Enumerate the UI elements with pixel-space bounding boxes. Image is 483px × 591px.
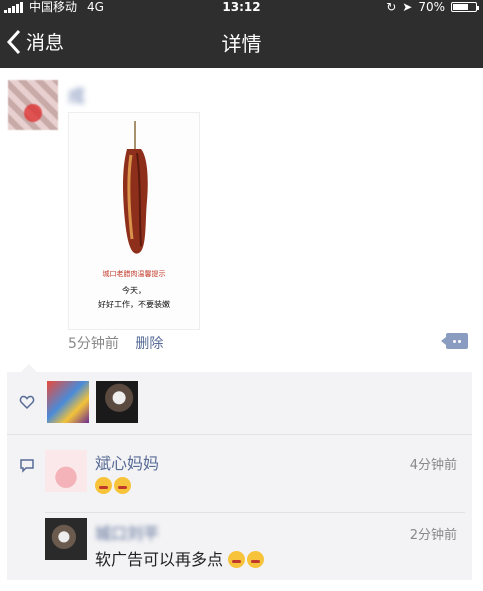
battery-icon bbox=[451, 2, 479, 12]
poster-caption-line: 今天， bbox=[122, 286, 146, 295]
commenter-name[interactable]: 斌心妈妈 bbox=[95, 450, 159, 474]
post-time: 5分钟前 bbox=[68, 336, 119, 352]
interaction-panel: 斌心妈妈 4分钟前 城口刘平 2分钟前 软广告可以再多点 bbox=[7, 364, 472, 580]
heart-icon bbox=[19, 395, 35, 410]
comment-text: 软广告可以再多点 bbox=[95, 546, 266, 570]
author-name[interactable]: 成 bbox=[68, 82, 87, 107]
comment-icon bbox=[20, 459, 34, 473]
orientation-lock-icon: ↻ bbox=[386, 0, 397, 14]
status-bar: 中国移动 4G 13:12 ↻ ➤ 70% bbox=[0, 0, 483, 14]
author-avatar[interactable] bbox=[8, 80, 58, 130]
page-title: 详情 bbox=[221, 32, 262, 56]
poster-caption-line: 好好工作，不要装嫩 bbox=[98, 300, 170, 309]
poster-caption-title: 城口老腊肉温馨提示 bbox=[102, 270, 166, 278]
location-icon: ➤ bbox=[402, 0, 413, 14]
battery-percent: 70% bbox=[418, 0, 445, 14]
commenter-name[interactable]: 城口刘平 bbox=[95, 520, 159, 544]
smirk-emoji-icon bbox=[247, 551, 265, 568]
commenter-avatar[interactable] bbox=[45, 518, 87, 560]
post-meta: 5分钟前 删除 bbox=[68, 333, 163, 353]
cured-meat-image bbox=[123, 121, 148, 254]
post-image[interactable]: 城口老腊肉温馨提示 今天， 好好工作，不要装嫩 bbox=[68, 112, 200, 330]
liker-avatar[interactable] bbox=[47, 381, 89, 423]
likes-row bbox=[7, 372, 472, 435]
comment-item: 斌心妈妈 4分钟前 bbox=[45, 442, 465, 513]
smirk-emoji-icon bbox=[228, 551, 246, 568]
delete-link[interactable]: 删除 bbox=[135, 336, 163, 352]
nav-bar: 消息 详情 bbox=[0, 14, 483, 68]
comment-menu-button[interactable] bbox=[441, 333, 468, 349]
grin-emoji-icon bbox=[114, 477, 131, 494]
comment-item: 城口刘平 2分钟前 软广告可以再多点 bbox=[45, 514, 465, 578]
comment-body: 软广告可以再多点 bbox=[95, 550, 224, 569]
commenter-avatar[interactable] bbox=[45, 450, 87, 492]
comment-time: 2分钟前 bbox=[409, 528, 457, 543]
moment-post: 成 城口老腊肉温馨提示 今天， 好好工作，不要装嫩 5分钟前 删除 斌心妈妈 4… bbox=[0, 68, 483, 591]
comment-text bbox=[95, 476, 133, 495]
comment-time: 4分钟前 bbox=[409, 458, 457, 473]
liker-avatar[interactable] bbox=[96, 381, 138, 423]
grin-emoji-icon bbox=[95, 477, 112, 494]
